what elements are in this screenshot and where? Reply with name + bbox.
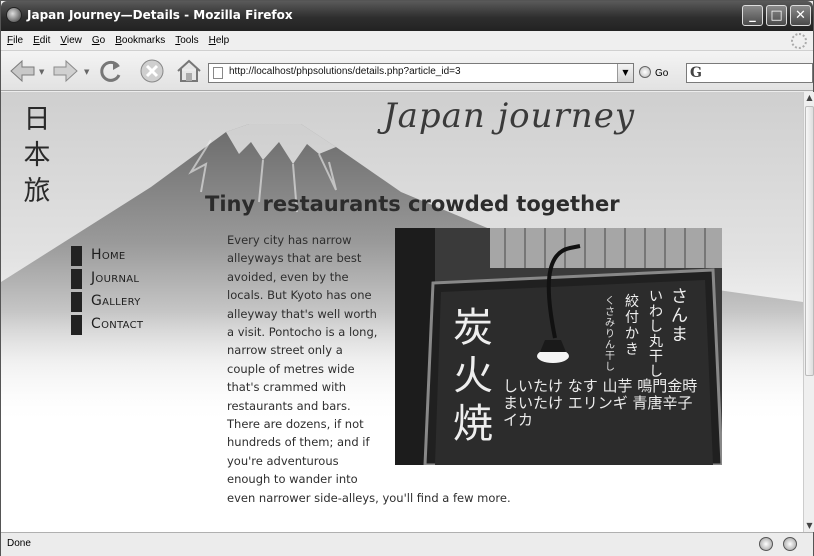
scroll-down-icon[interactable]: ▼ <box>804 520 814 532</box>
status-addon-icon[interactable] <box>783 537 797 551</box>
scroll-up-icon[interactable]: ▲ <box>804 92 814 104</box>
go-button[interactable]: Go <box>639 66 668 79</box>
nav-gallery[interactable]: Gallery <box>71 290 143 313</box>
back-dropdown-icon[interactable]: ▼ <box>39 68 44 76</box>
throbber-icon <box>791 33 807 49</box>
menu-go[interactable]: Go <box>92 31 105 51</box>
photo-float-spacer <box>380 231 717 475</box>
site-title: Japan journey <box>383 96 636 136</box>
forward-icon[interactable] <box>51 58 81 84</box>
stop-icon[interactable] <box>139 58 165 84</box>
menu-bookmarks[interactable]: Bookmarks <box>115 31 165 51</box>
menu-tools[interactable]: Tools <box>175 31 198 51</box>
nav-journal[interactable]: Journal <box>71 267 143 290</box>
minimize-button[interactable]: _ <box>742 5 763 26</box>
nav-home[interactable]: Home <box>71 244 143 267</box>
menu-edit[interactable]: Edit <box>33 31 50 51</box>
url-text[interactable]: http://localhost/phpsolutions/details.ph… <box>229 66 461 77</box>
search-box[interactable]: G <box>686 63 813 83</box>
go-icon <box>639 66 651 78</box>
browser-window: Japan Journey—Details - Mozilla Firefox … <box>0 0 814 556</box>
menu-view[interactable]: View <box>60 31 82 51</box>
status-bar: Done <box>1 532 813 556</box>
address-bar[interactable]: http://localhost/phpsolutions/details.ph… <box>208 63 634 83</box>
vertical-scrollbar[interactable]: ▲ ▼ <box>803 92 814 532</box>
article-body: Every city has narrow alleyways that are… <box>227 231 717 507</box>
article-heading: Tiny restaurants crowded together <box>205 192 620 216</box>
status-indicator-icon <box>759 537 773 551</box>
url-dropdown-icon[interactable]: ▼ <box>617 64 633 82</box>
site-logo-kanji: 日本旅 <box>23 104 51 207</box>
forward-dropdown-icon[interactable]: ▼ <box>84 68 89 76</box>
back-icon[interactable] <box>7 58 37 84</box>
status-text: Done <box>7 538 31 549</box>
title-bar[interactable]: Japan Journey—Details - Mozilla Firefox … <box>1 1 813 31</box>
menu-help[interactable]: Help <box>209 31 230 51</box>
maximize-button[interactable]: □ <box>766 5 787 26</box>
page-icon <box>213 67 223 79</box>
search-engine-icon[interactable]: G <box>690 65 702 81</box>
window-title: Japan Journey—Details - Mozilla Firefox <box>27 8 293 22</box>
reload-icon[interactable] <box>96 58 124 84</box>
main-nav: Home Journal Gallery Contact <box>71 244 143 336</box>
page-viewport: 日本旅 Japan journey Tiny restaurants crowd… <box>1 92 803 532</box>
home-icon[interactable] <box>175 58 203 84</box>
go-label: Go <box>655 68 669 79</box>
firefox-logo-icon <box>6 7 22 23</box>
navigation-toolbar: ▼ ▼ http://localhost/phpsolutions/detail… <box>1 51 813 91</box>
nav-contact[interactable]: Contact <box>71 313 143 336</box>
scroll-thumb[interactable] <box>805 106 814 376</box>
close-button[interactable]: ✕ <box>790 5 811 26</box>
menu-file[interactable]: File <box>7 31 23 51</box>
menu-bar: File Edit View Go Bookmarks Tools Help <box>1 31 813 51</box>
